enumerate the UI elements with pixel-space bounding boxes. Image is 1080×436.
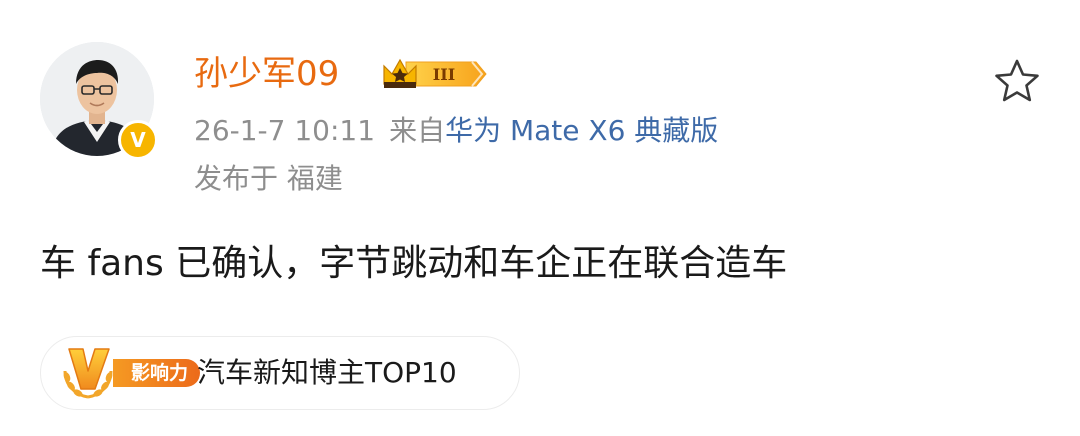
v-influence-logo-icon bbox=[63, 348, 113, 399]
influence-label: 影响力 bbox=[113, 359, 201, 387]
influence-tag[interactable]: 影响力 汽车新知博主TOP10 bbox=[40, 336, 520, 410]
username[interactable]: 孙少军09 bbox=[194, 52, 339, 96]
crown-level-icon[interactable]: III bbox=[380, 54, 492, 94]
star-outline-icon[interactable] bbox=[992, 56, 1042, 106]
verified-mark: V bbox=[130, 127, 146, 152]
verified-badge-icon: V bbox=[118, 120, 158, 160]
post-time: 26-1-7 10:11 bbox=[194, 114, 376, 147]
level-text: III bbox=[433, 65, 455, 84]
post-meta: 26-1-7 10:11 来自华为 Mate X6 典藏版 bbox=[194, 112, 718, 150]
post-text: 车 fans 已确认，字节跳动和车企正在联合造车 bbox=[40, 243, 788, 284]
influence-text: 汽车新知博主TOP10 bbox=[197, 356, 457, 389]
source-prefix: 来自 bbox=[389, 114, 446, 147]
post-location: 发布于 福建 bbox=[194, 162, 343, 195]
device-link[interactable]: 华为 Mate X6 典藏版 bbox=[445, 114, 718, 147]
weibo-post: V 孙少军09 III 26-1-7 10:11 来自华为 Mate X6 典藏版… bbox=[0, 0, 1080, 436]
